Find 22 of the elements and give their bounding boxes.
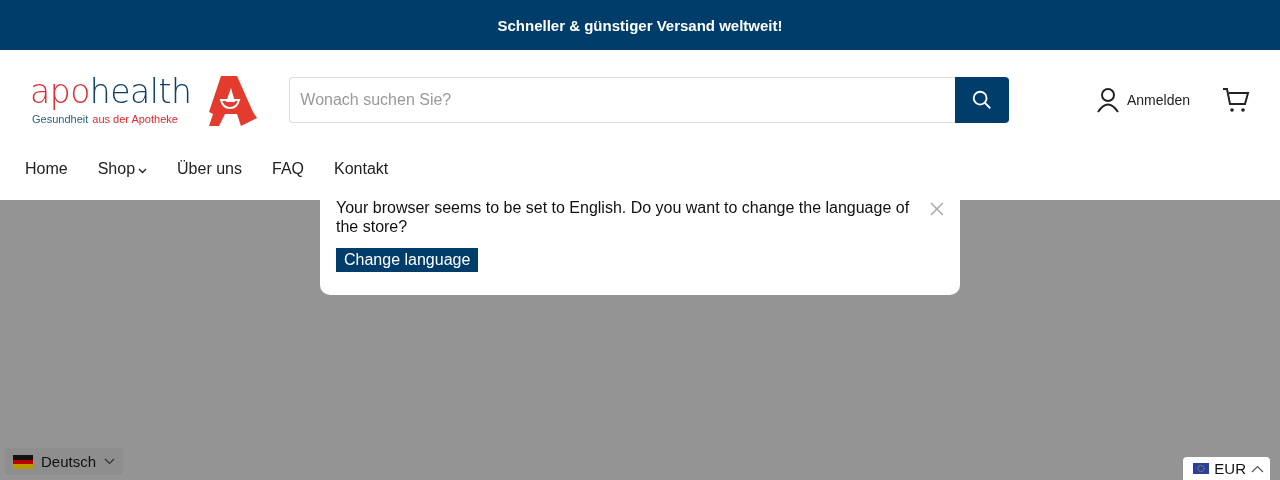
user-icon [1096,87,1119,113]
nav-link[interactable]: FAQ [272,160,304,178]
pharmacy-a-icon [207,74,258,126]
search-field[interactable]: Wonach suchen Sie? [289,77,956,123]
change-language-button[interactable]: Change language [336,248,479,272]
search-button[interactable] [955,77,1010,123]
chevron-icon [1251,464,1264,473]
nav-link[interactable]: Shop [97,160,148,178]
language-selector[interactable]: Deutsch [5,448,124,475]
nav-link[interactable]: Kontakt [334,160,389,178]
flag-icon [1193,463,1210,474]
nav-link[interactable]: Home [25,160,68,178]
flag-icon [13,454,33,469]
search-icon [971,89,994,111]
logo[interactable]: apohealth Gesundheit aus der Apotheke [30,75,192,125]
chevron-icon [104,458,116,465]
announcement-text: Schneller & günstiger Versand weltweit! [497,16,783,34]
cart-icon[interactable] [1222,87,1250,113]
popup-message: Your browser seems to be set to English. Do you want to change the language of the store? [336,198,911,236]
currency-selector[interactable]: EUR [1183,457,1270,480]
nav-link[interactable]: Über uns [177,160,242,178]
account-link[interactable]: Anmelden [1096,87,1190,113]
